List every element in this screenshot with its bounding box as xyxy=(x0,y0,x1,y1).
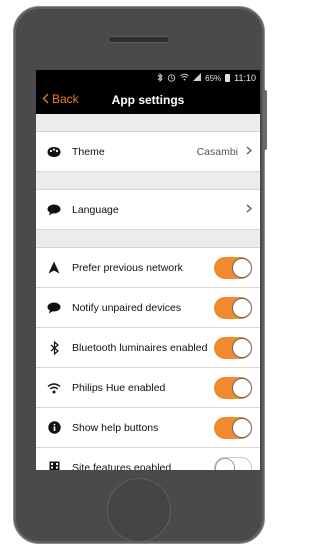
toggle-label: Bluetooth luminaires enabled xyxy=(72,341,208,354)
toggle-row[interactable]: Prefer previous network xyxy=(36,248,260,288)
theme-label: Theme xyxy=(72,145,105,158)
theme-value: Casambi xyxy=(196,145,238,158)
phone-side-button xyxy=(263,90,267,150)
language-label: Language xyxy=(72,203,119,216)
info-icon xyxy=(46,420,62,436)
toggle-label: Site features enabled xyxy=(72,461,172,471)
section-spacer xyxy=(36,114,260,132)
battery-percent: 65% xyxy=(205,73,222,83)
app-screen: 65% 11:10 Back App settings Theme Casamb… xyxy=(36,70,260,470)
section-spacer xyxy=(36,230,260,248)
toggle-switch[interactable] xyxy=(214,336,252,359)
toggle-knob xyxy=(232,377,252,398)
navigation-bar: Back App settings xyxy=(36,86,260,114)
toggle-switch[interactable] xyxy=(214,456,252,470)
chevron-right-icon xyxy=(246,146,252,158)
toggle-row[interactable]: Site features enabled xyxy=(36,448,260,470)
toggle-knob xyxy=(215,457,235,470)
page-title: App settings xyxy=(111,93,185,107)
status-bar: 65% 11:10 xyxy=(36,70,260,86)
bluetooth-icon xyxy=(157,72,163,84)
toggle-row[interactable]: Philips Hue enabled xyxy=(36,368,260,408)
toggle-switch[interactable] xyxy=(214,416,252,439)
chevron-right-icon xyxy=(246,204,252,216)
toggle-label: Notify unpaired devices xyxy=(72,301,182,314)
wifi-icon xyxy=(46,380,62,396)
toggle-settings-list: Prefer previous network Notify unpaired d… xyxy=(36,248,260,470)
home-button[interactable] xyxy=(107,478,171,542)
phone-speaker xyxy=(108,36,170,43)
toggle-row[interactable]: Notify unpaired devices xyxy=(36,288,260,328)
toggle-switch[interactable] xyxy=(214,296,252,319)
toggle-knob xyxy=(232,337,252,358)
navigation-arrow-icon xyxy=(46,260,62,276)
bluetooth-icon xyxy=(46,340,62,356)
speech-bubble-icon xyxy=(46,202,62,218)
theme-row[interactable]: Theme Casambi xyxy=(36,132,260,172)
section-spacer xyxy=(36,172,260,190)
palette-icon xyxy=(46,144,62,160)
toggle-switch[interactable] xyxy=(214,256,252,279)
building-icon xyxy=(46,460,62,470)
signal-icon xyxy=(193,73,202,83)
wifi-icon xyxy=(180,73,189,83)
battery-icon xyxy=(225,74,231,82)
toggle-label: Prefer previous network xyxy=(72,261,183,274)
toggle-row[interactable]: Bluetooth luminaires enabled xyxy=(36,328,260,368)
clock: 11:10 xyxy=(234,73,256,83)
alarm-icon xyxy=(167,73,176,84)
toggle-switch[interactable] xyxy=(214,376,252,399)
toggle-row[interactable]: Show help buttons xyxy=(36,408,260,448)
language-row[interactable]: Language xyxy=(36,190,260,230)
toggle-knob xyxy=(232,257,252,278)
toggle-label: Show help buttons xyxy=(72,421,159,434)
toggle-knob xyxy=(232,297,252,318)
toggle-label: Philips Hue enabled xyxy=(72,381,166,394)
speech-bubble-icon xyxy=(46,300,62,316)
toggle-knob xyxy=(232,417,252,438)
